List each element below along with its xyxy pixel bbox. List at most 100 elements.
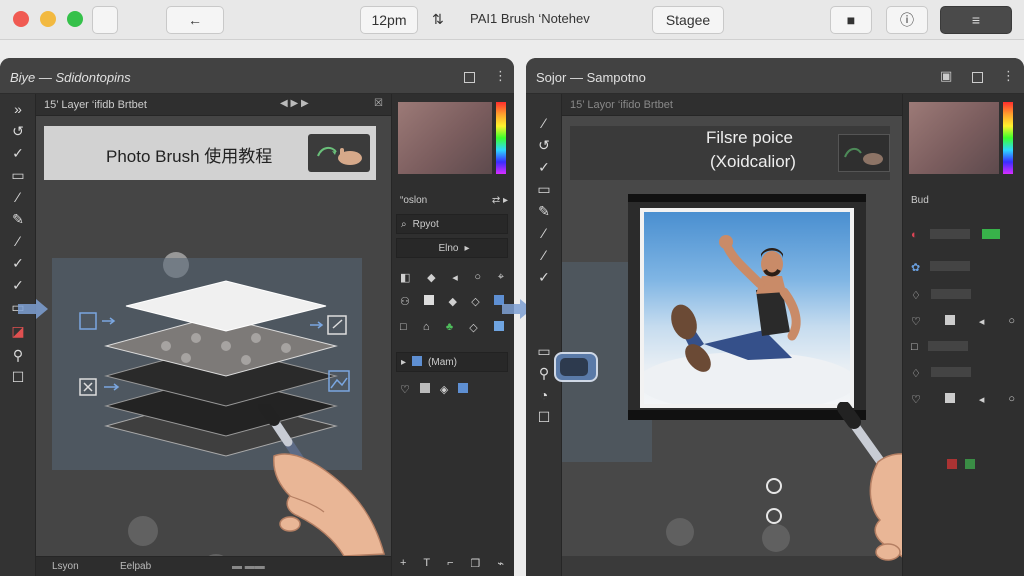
swatch-icon[interactable] xyxy=(944,314,955,328)
green-swatch-icon[interactable] xyxy=(981,228,1000,242)
field-elno[interactable]: Elno ▸ xyxy=(396,238,508,258)
stage-button[interactable]: Stagee xyxy=(652,6,724,34)
transform-handle-top[interactable] xyxy=(766,478,782,494)
window-square-icon[interactable] xyxy=(464,72,475,83)
color-swap-icon[interactable]: ◪ xyxy=(9,322,27,340)
diamond-icon[interactable]: ◈ xyxy=(440,383,448,396)
drop-icon[interactable]: ♡ xyxy=(400,383,410,396)
mask-icon[interactable]: ◆ xyxy=(448,295,456,308)
field-rpyot[interactable]: ⌕ Rpyot xyxy=(396,214,508,234)
cursor-icon[interactable]: ◂ xyxy=(979,315,985,328)
swatch-icon[interactable] xyxy=(424,294,435,308)
check-tool-icon[interactable]: ✓ xyxy=(9,144,27,162)
square-icon[interactable]: □ xyxy=(911,341,918,353)
tutorial-play-button[interactable] xyxy=(308,134,370,172)
palette-icon[interactable]: ✿ xyxy=(911,261,920,274)
right-document-tab[interactable]: 15’ Layor ‘ifido Brtbet xyxy=(562,94,902,116)
faded-gesture-button[interactable] xyxy=(838,134,890,172)
eraser-tool-icon[interactable]: ⁄ xyxy=(9,232,27,250)
camera-icon[interactable]: ▣ xyxy=(940,68,952,84)
swatch-icon[interactable] xyxy=(944,392,955,406)
square-icon[interactable]: □ xyxy=(400,321,407,333)
color-picker-field[interactable] xyxy=(398,102,492,174)
blue-swatch-icon[interactable] xyxy=(458,382,469,396)
marquee-tool-icon[interactable]: ▭ xyxy=(9,166,27,184)
maximize-window-button[interactable] xyxy=(67,11,83,27)
status-item-1[interactable]: Lsyon xyxy=(52,561,79,572)
diamond-icon[interactable]: ◇ xyxy=(469,321,477,334)
left-document-tab[interactable]: 15’ Layer ‘ifidb Brtbet ◀ ▶ ▶ ☒ xyxy=(36,94,391,116)
text-icon[interactable]: T xyxy=(423,557,430,569)
stamp-tool-icon[interactable]: ⚲ xyxy=(9,346,27,364)
hue-slider[interactable] xyxy=(1003,102,1013,174)
pencil-tool-icon[interactable]: ✎ xyxy=(535,202,553,220)
diamond-icon[interactable]: ◇ xyxy=(471,295,479,308)
drop-icon[interactable]: ♢ xyxy=(911,367,921,380)
pencil-tool-icon[interactable]: ✎ xyxy=(9,210,27,228)
right-canvas[interactable]: Filsre poice (Xoidcalior) xyxy=(554,116,987,576)
check-tool-2-icon[interactable]: ✓ xyxy=(9,254,27,272)
add-icon[interactable]: + xyxy=(400,557,406,569)
stamp-icon[interactable]: ⚇ xyxy=(400,295,410,308)
minimize-window-button[interactable] xyxy=(40,11,56,27)
color-wheel-icon[interactable]: ◐ xyxy=(911,229,918,241)
dodge-tool-icon[interactable]: ◔ xyxy=(535,386,553,404)
tab-nav-icon[interactable]: ◀ ▶ ▶ xyxy=(280,98,309,109)
heart-icon[interactable]: ♡ xyxy=(911,393,921,406)
hue-slider[interactable] xyxy=(496,102,506,174)
camera-button[interactable]: ■ xyxy=(830,6,872,34)
left-canvas[interactable]: Photo Brush 使用教程 xyxy=(36,116,391,576)
more-icon[interactable]: ⋮ xyxy=(1002,68,1015,84)
toggle-switch[interactable] xyxy=(554,352,598,382)
menu-button[interactable]: ≡ xyxy=(940,6,1012,34)
check-tool-3-icon[interactable]: ✓ xyxy=(9,276,27,294)
move-tool-icon[interactable]: » xyxy=(9,100,27,118)
info-button[interactable]: ⓘ xyxy=(886,6,928,34)
brush-tool-icon[interactable]: ⁄ xyxy=(9,188,27,206)
home-icon[interactable]: ⌂ xyxy=(423,321,430,333)
stamp-tool-icon[interactable]: ⚲ xyxy=(535,364,553,382)
drop-icon[interactable]: ♢ xyxy=(911,289,921,302)
lasso-tool-icon[interactable]: ↺ xyxy=(9,122,27,140)
circle-icon[interactable]: ○ xyxy=(1008,393,1015,405)
circle-icon[interactable]: ○ xyxy=(1008,315,1015,327)
check-tool-icon[interactable]: ✓ xyxy=(535,158,553,176)
close-window-button[interactable] xyxy=(13,11,29,27)
circle-icon[interactable]: ○ xyxy=(474,271,481,283)
crop-icon[interactable]: ⌐ xyxy=(447,557,453,569)
check-tool-2-icon[interactable]: ✓ xyxy=(535,268,553,286)
selected-photo-frame[interactable] xyxy=(628,194,866,420)
field-mam[interactable]: ▸ (Mam) xyxy=(396,352,508,372)
sort-icon[interactable]: ⇅ xyxy=(432,11,444,28)
back-button[interactable]: ← xyxy=(166,6,224,34)
section-header-bud[interactable]: Bud xyxy=(907,190,1019,210)
status-item-2[interactable]: Eelpab xyxy=(120,561,151,572)
eraser-tool-icon[interactable]: ⁄ xyxy=(535,246,553,264)
hand-tool-icon[interactable]: ☐ xyxy=(535,408,553,426)
window-square-icon[interactable] xyxy=(972,72,983,83)
transform-handle-bottom[interactable] xyxy=(766,508,782,524)
layer-icon[interactable]: ◧ xyxy=(400,271,410,284)
tab-close-icon[interactable]: ☒ xyxy=(374,98,383,109)
link-icon[interactable]: ⌁ xyxy=(497,557,504,570)
cursor-icon[interactable]: ◂ xyxy=(452,271,458,284)
brush-tool-2-icon[interactable]: ⁄ xyxy=(535,224,553,242)
tag-icon[interactable]: ⌖ xyxy=(498,271,504,284)
gray-swatch-icon[interactable] xyxy=(419,382,430,396)
marquee-tool-icon[interactable]: ▭ xyxy=(535,180,553,198)
hand-tool-icon[interactable]: ☐ xyxy=(9,368,27,386)
brush-tool-icon[interactable]: ⁄ xyxy=(535,114,553,132)
tag-icon[interactable]: ◆ xyxy=(427,271,435,284)
color-picker-field[interactable] xyxy=(909,102,999,174)
copy-icon[interactable]: ❐ xyxy=(471,557,481,570)
blue-swatch-icon[interactable] xyxy=(494,320,504,334)
zoom-button[interactable]: 12pm xyxy=(360,6,418,34)
sidebar-toggle-button[interactable] xyxy=(92,6,118,34)
cursor-icon[interactable]: ◂ xyxy=(979,393,985,406)
section-header-coslon[interactable]: “oslon ⇄ ▸ xyxy=(396,190,508,210)
green-figure-icon[interactable]: ♣ xyxy=(446,321,453,333)
heart-icon[interactable]: ♡ xyxy=(911,315,921,328)
crop-tool-icon[interactable]: ▭ xyxy=(535,342,553,360)
more-icon[interactable]: ⋮ xyxy=(494,68,507,84)
lasso-tool-icon[interactable]: ↺ xyxy=(535,136,553,154)
